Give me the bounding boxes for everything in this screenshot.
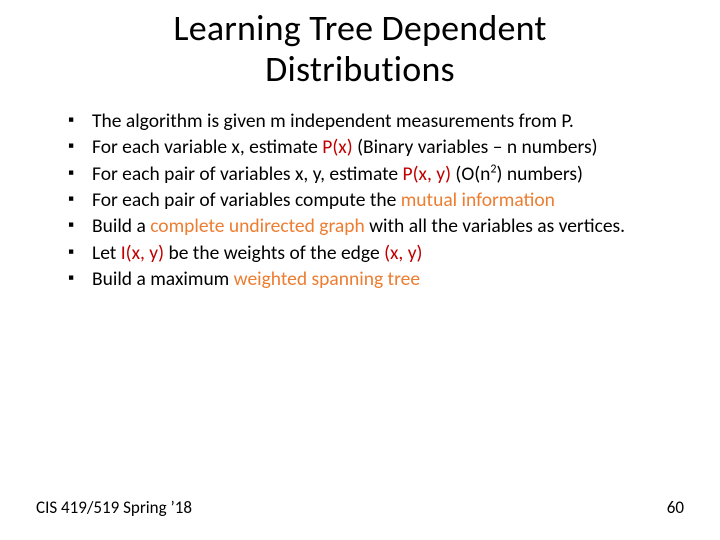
mutual-information-term: mutual information: [401, 188, 555, 212]
bullet-text: be the weights of the edge: [164, 241, 384, 265]
pxy-term: P(x, y): [403, 162, 451, 186]
bullet-text: The algorithm is given m independent mea…: [92, 109, 574, 133]
edge-term: (x, y): [384, 241, 422, 265]
bullet-list: The algorithm is given m independent mea…: [62, 109, 678, 292]
slide-body: The algorithm is given m independent mea…: [0, 91, 720, 292]
slide-title: Learning Tree Dependent Distributions: [0, 0, 720, 91]
list-item: Build a complete undirected graph with a…: [62, 214, 678, 238]
bullet-text: For each pair of variables x, y, estimat…: [92, 162, 403, 186]
list-item: For each variable x, estimate P(x) (Bina…: [62, 135, 678, 159]
px-term: P(x): [322, 135, 352, 159]
footer-course: CIS 419/519 Spring ’18: [36, 497, 192, 518]
bullet-text: with all the variables as vertices.: [365, 214, 625, 238]
weighted-spanning-tree-term: weighted spanning tree: [234, 267, 420, 291]
complete-undirected-graph-term: complete undirected graph: [150, 214, 364, 238]
list-item: For each pair of variables x, y, estimat…: [62, 162, 678, 186]
bullet-text: For each variable x, estimate: [92, 135, 322, 159]
list-item: For each pair of variables compute the m…: [62, 188, 678, 212]
list-item: Let I(x, y) be the weights of the edge (…: [62, 241, 678, 265]
list-item: Build a maximum weighted spanning tree: [62, 267, 678, 291]
title-line-2: Distributions: [265, 47, 455, 91]
ixy-term: I(x, y): [121, 241, 164, 265]
bullet-text: Build a: [92, 214, 150, 238]
bullet-text: ) numbers): [497, 162, 583, 186]
list-item: The algorithm is given m independent mea…: [62, 109, 678, 133]
bullet-text: (Binary variables – n numbers): [353, 135, 598, 159]
bullet-text: For each pair of variables compute the: [92, 188, 401, 212]
footer-page-number: 60: [667, 497, 684, 518]
title-line-1: Learning Tree Dependent: [173, 6, 546, 50]
bullet-text: (O(n: [451, 162, 490, 186]
bullet-text: Build a maximum: [92, 267, 234, 291]
bullet-text: Let: [92, 241, 121, 265]
slide: Learning Tree Dependent Distributions Th…: [0, 0, 720, 540]
slide-footer: CIS 419/519 Spring ’18 60: [36, 497, 684, 518]
